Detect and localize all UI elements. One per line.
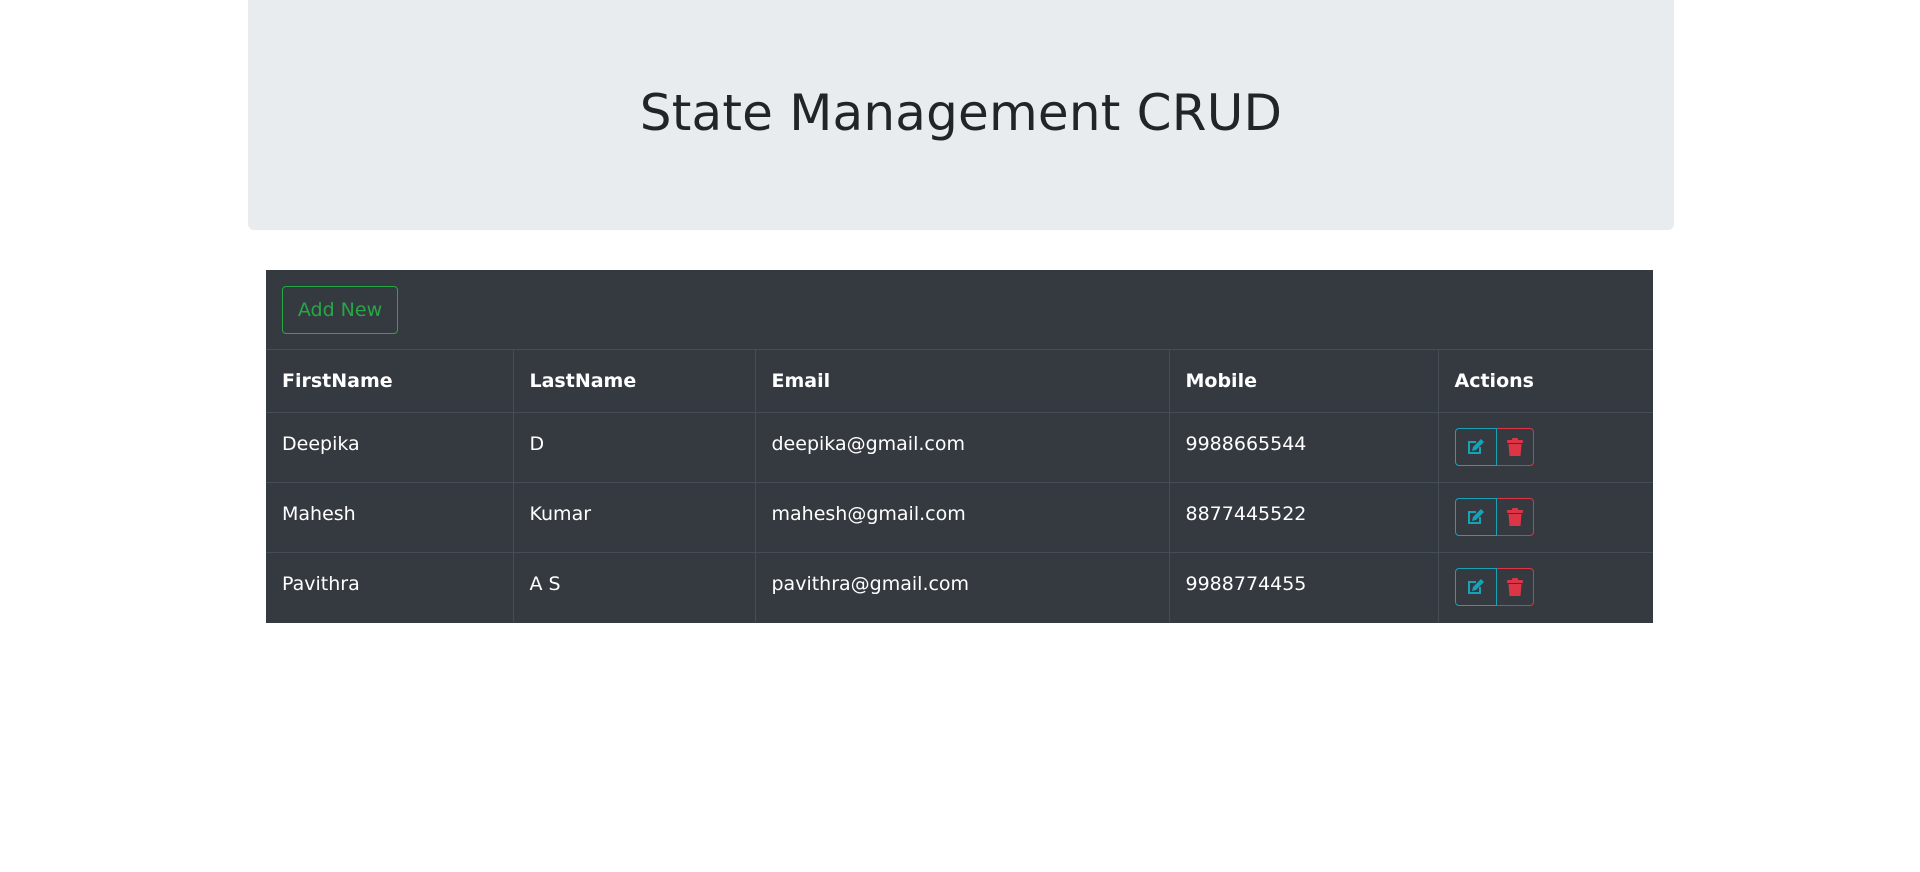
row-actions	[1454, 428, 1638, 466]
cell-lastname: D	[513, 411, 756, 482]
cell-lastname: Kumar	[513, 481, 756, 552]
lastname-text: D	[529, 433, 545, 455]
firstname-text: Pavithra	[282, 573, 360, 596]
edit-button[interactable]	[1454, 568, 1497, 607]
trash-icon	[1506, 508, 1523, 526]
trash-icon	[1506, 438, 1523, 456]
edit-icon	[1466, 438, 1486, 456]
cell-email: deepika@gmail.com	[755, 411, 1170, 482]
header-jumbotron: State Management CRUD	[248, 0, 1674, 230]
column-header-mobile: Mobile	[1169, 350, 1439, 413]
cell-actions	[1438, 481, 1653, 552]
table-header-row: FirstName LastName Email Mobile Actions	[266, 350, 1653, 413]
row-actions	[1454, 498, 1638, 536]
cell-firstname: Deepika	[266, 411, 514, 482]
delete-button[interactable]	[1496, 428, 1534, 466]
firstname-text: Mahesh	[282, 503, 356, 525]
row-actions	[1454, 568, 1638, 607]
cell-email: mahesh@gmail.com	[755, 481, 1170, 552]
column-header-email: Email	[755, 350, 1170, 413]
user-table: FirstName LastName Email Mobile Actions …	[266, 350, 1653, 622]
page-title: State Management CRUD	[639, 84, 1283, 142]
cell-mobile: 8877445522	[1169, 481, 1439, 552]
trash-icon	[1506, 578, 1523, 597]
cell-email: pavithra@gmail.com	[755, 551, 1170, 622]
column-header-firstname: FirstName	[266, 350, 514, 413]
mobile-text: 9988774455	[1185, 573, 1307, 596]
cell-firstname: Pavithra	[266, 551, 514, 622]
edit-icon	[1466, 508, 1486, 526]
table-row: Mahesh Kumar mahesh@gmail.com 8877445522	[266, 481, 1653, 552]
edit-button[interactable]	[1454, 428, 1497, 466]
table-row: Deepika D deepika@gmail.com 9988665544	[266, 411, 1653, 482]
table-row: Pavithra A S pavithra@gmail.com 99887744…	[266, 551, 1653, 622]
cell-firstname: Mahesh	[266, 481, 514, 552]
email-text: deepika@gmail.com	[771, 433, 965, 455]
firstname-text: Deepika	[282, 433, 360, 455]
user-table-panel: Add New FirstName LastName Email Mobile …	[266, 270, 1653, 623]
cell-actions	[1438, 411, 1653, 482]
column-header-actions: Actions	[1438, 350, 1653, 413]
cell-mobile: 9988774455	[1169, 551, 1439, 622]
lastname-text: A S	[529, 573, 561, 596]
edit-icon	[1466, 578, 1486, 596]
email-text: pavithra@gmail.com	[771, 573, 970, 596]
table-toolbar: Add New	[266, 270, 1653, 350]
mobile-text: 8877445522	[1185, 503, 1307, 525]
add-new-button[interactable]: Add New	[282, 286, 398, 334]
delete-button[interactable]	[1496, 498, 1534, 536]
cell-lastname: A S	[513, 551, 756, 622]
cell-mobile: 9988665544	[1169, 411, 1439, 482]
column-header-lastname: LastName	[513, 350, 756, 413]
delete-button[interactable]	[1496, 568, 1534, 607]
edit-button[interactable]	[1454, 498, 1497, 536]
lastname-text: Kumar	[529, 503, 592, 525]
cell-actions	[1438, 551, 1653, 622]
mobile-text: 9988665544	[1185, 433, 1307, 455]
email-text: mahesh@gmail.com	[771, 503, 966, 525]
